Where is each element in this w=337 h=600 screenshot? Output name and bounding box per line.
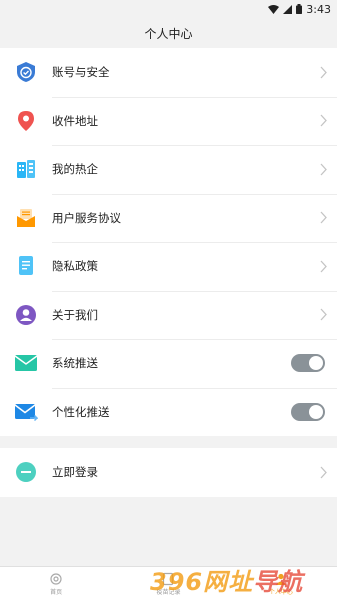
personalized-push-toggle[interactable] <box>291 402 325 421</box>
menu-item-label: 系统推送 <box>52 356 98 371</box>
chevron-right-icon <box>320 66 327 79</box>
buildings-icon <box>17 160 35 179</box>
tab-personal-center[interactable]: 个人中心 <box>225 567 337 600</box>
settings-menu: 账号与安全 收件地址 我的热企 用户服务协议 隐私政策 关于我们 系统推送 个性… <box>0 48 337 436</box>
status-time: 3:43 <box>306 2 331 16</box>
menu-item-about-us[interactable]: 关于我们 <box>0 290 337 340</box>
menu-item-system-push: 系统推送 <box>0 339 337 388</box>
gear-icon <box>50 572 62 585</box>
login-section: 立即登录 <box>0 448 337 497</box>
chevron-right-icon <box>320 466 327 479</box>
menu-item-label: 我的热企 <box>52 162 98 177</box>
menu-item-personalized-push: 个性化推送 <box>0 387 337 437</box>
mail-document-icon <box>17 208 35 227</box>
chevron-right-icon <box>320 114 327 127</box>
chevron-right-icon <box>320 211 327 224</box>
toggle-knob <box>309 356 323 371</box>
menu-item-privacy-policy[interactable]: 隐私政策 <box>0 242 337 291</box>
chevron-right-icon <box>320 308 327 321</box>
tab-label: 疫苗记录 <box>156 588 181 596</box>
menu-item-account-security[interactable]: 账号与安全 <box>0 48 337 97</box>
menu-item-user-agreement[interactable]: 用户服务协议 <box>0 193 337 243</box>
menu-item-label: 用户服务协议 <box>52 210 121 225</box>
menu-item-label: 隐私政策 <box>52 259 98 274</box>
system-push-toggle[interactable] <box>291 354 325 373</box>
toggle-knob <box>309 404 323 419</box>
chevron-right-icon <box>320 260 327 273</box>
chevron-right-icon <box>320 163 327 176</box>
menu-item-label: 账号与安全 <box>52 65 110 80</box>
status-bar: 3:43 <box>0 0 337 18</box>
menu-item-label: 关于我们 <box>52 307 98 322</box>
tab-label: 首页 <box>50 588 63 596</box>
tab-home[interactable]: 首页 <box>0 567 112 600</box>
wifi-icon <box>268 4 280 14</box>
location-pin-icon <box>18 110 34 131</box>
menu-item-label: 个性化推送 <box>52 404 110 419</box>
login-button[interactable]: 立即登录 <box>0 448 337 497</box>
shield-icon <box>17 62 35 83</box>
tab-label: 个人中心 <box>268 588 293 596</box>
record-icon <box>163 572 174 585</box>
envelope-green-icon <box>14 355 38 372</box>
page-title: 个人中心 <box>144 26 193 41</box>
login-label: 立即登录 <box>52 465 98 480</box>
envelope-blue-icon <box>14 403 38 421</box>
document-icon <box>19 256 33 276</box>
user-circle-icon <box>16 304 36 325</box>
minus-circle-icon <box>16 462 36 483</box>
signal-icon <box>283 4 293 14</box>
menu-item-my-companies[interactable]: 我的热企 <box>0 145 337 194</box>
person-icon <box>275 573 286 585</box>
battery-icon <box>296 4 303 14</box>
tab-vaccine-records[interactable]: 疫苗记录 <box>112 567 224 600</box>
bottom-tab-bar: 首页 疫苗记录 个人中心 <box>0 566 337 600</box>
menu-item-shipping-address[interactable]: 收件地址 <box>0 96 337 146</box>
menu-item-label: 收件地址 <box>52 113 98 128</box>
